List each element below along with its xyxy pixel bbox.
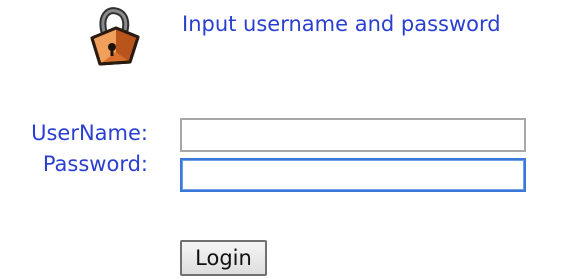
login-button[interactable]: Login <box>180 240 267 276</box>
password-input[interactable] <box>180 158 526 192</box>
lock-icon <box>90 7 140 66</box>
username-label: UserName: <box>31 121 148 145</box>
password-label: Password: <box>42 152 148 176</box>
login-prompt: Input username and password <box>182 12 501 36</box>
username-input[interactable] <box>180 118 526 152</box>
